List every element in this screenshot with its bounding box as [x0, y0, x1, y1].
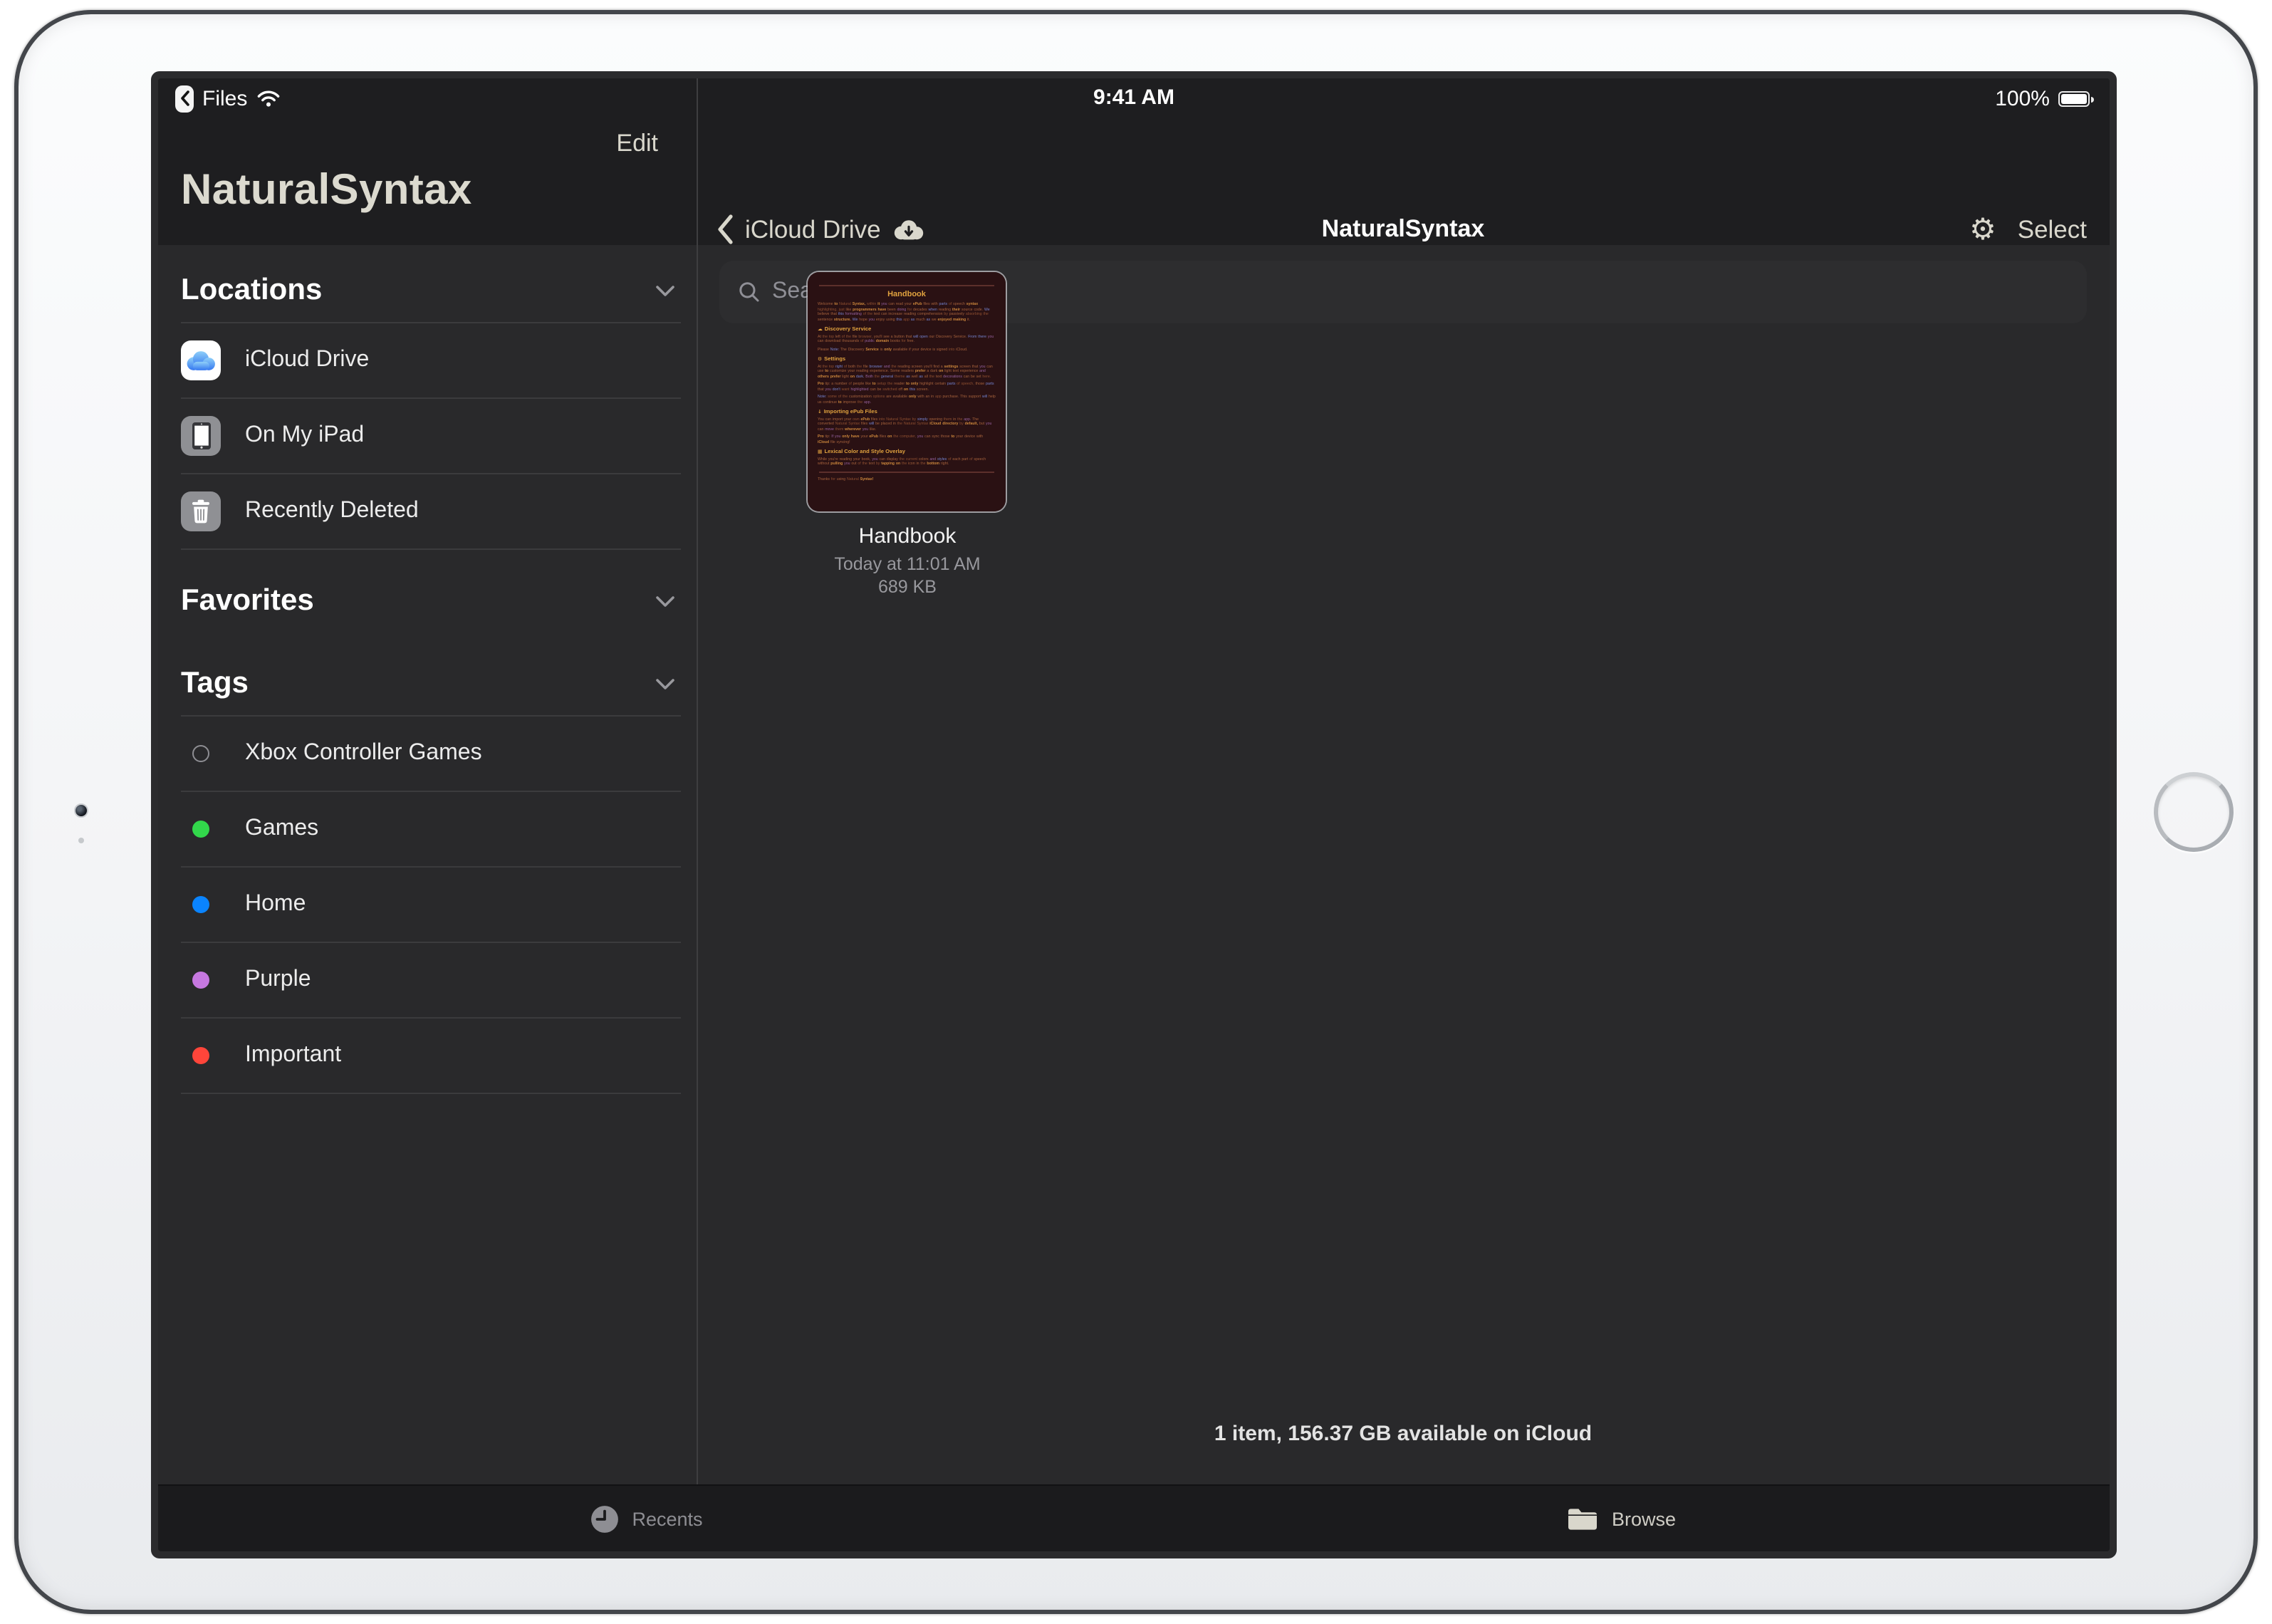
trash-icon	[181, 491, 221, 531]
sidebar-item-label: Recently Deleted	[245, 499, 419, 524]
ipad-device: Files 9:41 AM 100% Edit NaturalSyntax	[0, 0, 2272, 1624]
section-label: Tags	[181, 667, 249, 701]
chevron-down-icon	[655, 284, 675, 297]
ipad-icon	[181, 416, 221, 456]
document-preview: Handbook Welcome to Natural Syntax, withi…	[808, 272, 1006, 511]
sidebar-item-games[interactable]: Games	[158, 792, 695, 866]
preview-paragraph: You can import your own ePub files into …	[818, 417, 996, 432]
sidebar-item-important[interactable]: Important	[158, 1019, 695, 1093]
cloud-icon: ☁	[818, 326, 823, 332]
chevron-down-icon	[655, 677, 675, 690]
icloud-drive-icon	[181, 340, 221, 380]
storage-status-text: 1 item, 156.37 GB available on iCloud	[697, 1422, 2110, 1446]
tag-color-dot	[192, 896, 209, 913]
preview-paragraph: Pro tip: a number of people like to setu…	[818, 382, 996, 392]
sidebar-section-header-favorites[interactable]: Favorites	[158, 570, 695, 633]
tab-browse-label: Browse	[1612, 1508, 1676, 1529]
file-name: Handbook	[736, 524, 1078, 548]
preview-rule	[819, 285, 994, 286]
section-label: Locations	[181, 274, 322, 308]
battery-icon	[2058, 90, 2090, 106]
preview-paragraph: At the top right of both the file browse…	[818, 364, 996, 379]
select-button[interactable]: Select	[2018, 214, 2087, 244]
header-strip: Files 9:41 AM 100% Edit NaturalSyntax	[158, 78, 2110, 245]
file-modified-date: Today at 11:01 AM	[736, 554, 1078, 574]
preview-paragraph: Pro tip: If you only have your ePub file…	[818, 434, 996, 444]
preview-paragraph: At the top left of the file browser, you…	[818, 334, 996, 344]
file-browser-content: Handbook Welcome to Natural Syntax, withi…	[697, 245, 2110, 1484]
file-size: 689 KB	[736, 577, 1078, 597]
sidebar-item-label: iCloud Drive	[245, 348, 369, 373]
sidebar-item-purple[interactable]: Purple	[158, 943, 695, 1017]
gear-icon: ⚙	[818, 356, 822, 362]
preview-footer: Thanks for using Natural Syntax!	[818, 477, 996, 482]
sidebar-item-on-my-ipad[interactable]: On My iPad	[158, 399, 695, 473]
preview-heading: ☁Discovery Service	[818, 326, 996, 332]
tab-browse[interactable]: Browse	[1134, 1486, 2110, 1551]
front-camera	[74, 803, 88, 818]
clock-icon	[589, 1504, 619, 1534]
file-thumbnail-handbook[interactable]: Handbook Welcome to Natural Syntax, withi…	[808, 272, 1006, 511]
sidebar-item-label: Important	[245, 1043, 341, 1068]
tab-bar: Recents Browse	[158, 1484, 2110, 1551]
status-time: 9:41 AM	[158, 85, 2110, 110]
chevron-down-icon	[655, 595, 675, 608]
sidebar-item-recently-deleted[interactable]: Recently Deleted	[158, 474, 695, 548]
screen: Files 9:41 AM 100% Edit NaturalSyntax	[158, 78, 2110, 1551]
status-bar-right: 100%	[1995, 85, 2090, 111]
sidebar-item-label: Purple	[245, 967, 311, 993]
grid-icon: ▦	[818, 449, 822, 454]
sidebar-item-label: Home	[245, 892, 306, 917]
separator	[181, 1093, 681, 1094]
ambient-sensor	[78, 838, 84, 843]
sidebar-item-label: On My iPad	[245, 423, 364, 449]
sidebar-item-home[interactable]: Home	[158, 868, 695, 942]
preview-heading: ↓Importing ePub Files	[818, 409, 996, 415]
preview-heading: ▦Lexical Color and Style Overlay	[818, 449, 996, 454]
sidebar-item-label: Xbox Controller Games	[245, 741, 482, 766]
preview-rule	[819, 471, 994, 472]
gear-icon[interactable]: ⚙	[1969, 214, 1996, 244]
sidebar-section-header-tags[interactable]: Tags	[158, 652, 695, 715]
tab-recents[interactable]: Recents	[158, 1486, 1134, 1551]
sidebar-section-header-locations[interactable]: Locations	[158, 259, 695, 322]
edit-button[interactable]: Edit	[158, 130, 695, 158]
battery-percent-label: 100%	[1995, 86, 2050, 110]
sidebar-item-label: Games	[245, 816, 318, 842]
tag-color-dot	[192, 972, 209, 989]
preview-title: Handbook	[818, 291, 996, 299]
tab-recents-label: Recents	[632, 1508, 702, 1529]
home-button[interactable]	[2154, 772, 2234, 852]
preview-paragraph: Please Note: The Discovery Service is on…	[818, 347, 996, 352]
sidebar-item-xbox-controller-games[interactable]: Xbox Controller Games	[158, 717, 695, 791]
preview-paragraph: While you're reading your book, you can …	[818, 457, 996, 467]
tag-color-dot	[192, 821, 209, 838]
preview-heading: ⚙Settings	[818, 356, 996, 362]
sidebar-sections: Locations iCloud Drive On My iPad Recently …	[158, 245, 695, 1484]
section-label: Favorites	[181, 584, 314, 618]
download-icon: ↓	[818, 409, 822, 415]
tag-color-dot	[192, 1047, 209, 1064]
sidebar-app-title: NaturalSyntax	[181, 167, 472, 215]
file-meta[interactable]: Handbook Today at 11:01 AM 689 KB	[736, 524, 1078, 597]
folder-icon	[1568, 1506, 1599, 1531]
tag-ring-icon	[192, 745, 209, 762]
preview-paragraph: Note: some of the customization options …	[818, 395, 996, 405]
preview-paragraph: Welcome to Natural Syntax, within it you…	[818, 302, 996, 322]
sidebar-item-icloud-drive[interactable]: iCloud Drive	[158, 323, 695, 397]
